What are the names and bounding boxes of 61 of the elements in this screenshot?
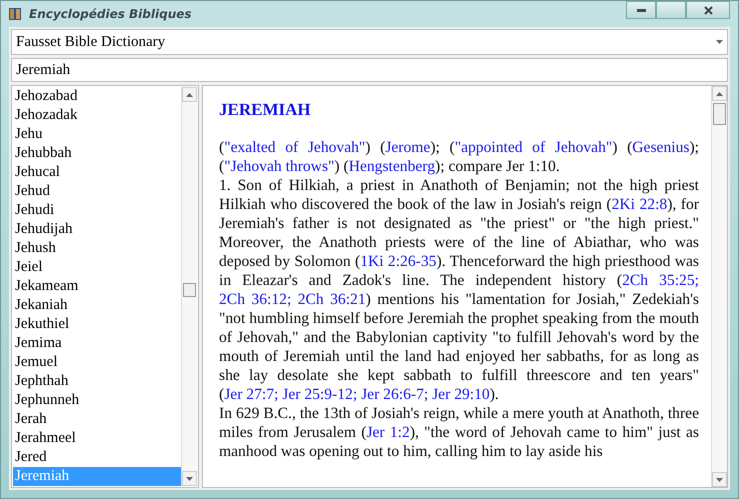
- list-item[interactable]: Jered: [13, 448, 181, 467]
- reference-link[interactable]: Jer 25:9-12: [282, 386, 353, 403]
- close-icon: [704, 6, 712, 14]
- list-item[interactable]: Jehucal: [13, 163, 181, 182]
- list-item[interactable]: Jehu: [13, 125, 181, 144]
- list-item[interactable]: Jemima: [13, 334, 181, 353]
- scroll-up-button[interactable]: [182, 87, 197, 102]
- window-title: Encyclopédies Bibliques: [29, 7, 192, 21]
- scroll-up-button[interactable]: [712, 86, 727, 101]
- scroll-down-button[interactable]: [712, 472, 727, 487]
- list-item[interactable]: Jeiel: [13, 258, 181, 277]
- reference-link[interactable]: "appointed of Jehovah": [454, 139, 612, 156]
- list-item[interactable]: Jekaniah: [13, 296, 181, 315]
- close-button[interactable]: [686, 1, 730, 19]
- reference-link[interactable]: Jer 26:6-7: [361, 386, 424, 403]
- list-item[interactable]: Jekuthiel: [13, 315, 181, 334]
- list-item[interactable]: Jehudi: [13, 201, 181, 220]
- list-item[interactable]: Jekameam: [13, 277, 181, 296]
- list-item[interactable]: Jephunneh: [13, 391, 181, 410]
- dropdown-caret-icon: [716, 40, 723, 44]
- reference-link[interactable]: "Jehovah throws": [224, 158, 334, 175]
- reference-link[interactable]: 2Ki 22:8: [612, 196, 668, 213]
- list-item[interactable]: Jehud: [13, 182, 181, 201]
- list-item[interactable]: Jehozadak: [13, 106, 181, 125]
- reference-link[interactable]: Jerome: [385, 139, 430, 156]
- list-item[interactable]: Jerahmeel: [13, 429, 181, 448]
- scrollbar-thumb[interactable]: [183, 283, 196, 297]
- reference-link[interactable]: Gesenius: [632, 139, 690, 156]
- search-field[interactable]: Jeremiah: [11, 58, 728, 82]
- list-item[interactable]: Jehudijah: [13, 220, 181, 239]
- reference-link[interactable]: "exalted of Jehovah": [224, 139, 366, 156]
- up-arrow-icon: [186, 92, 193, 96]
- reference-link[interactable]: Jer 27:7: [224, 386, 274, 403]
- list-item[interactable]: Jemuel: [13, 353, 181, 372]
- reference-link[interactable]: Hengstenberg: [348, 158, 436, 175]
- scroll-down-button[interactable]: [182, 471, 197, 486]
- minimize-icon: [636, 8, 646, 12]
- minimize-button[interactable]: [626, 1, 656, 19]
- down-arrow-icon: [186, 476, 193, 480]
- article-paragraph: 1. Son of Hilkiah, a priest in Anathoth of Benjamin; not the high priest Hilkiah who discovered the book of the law in Josiah's reign (2Ki 22:8), for Jeremiah's father is not designated as "the priest" or "the high priest." Moreover, the Anathoth priests were of the line of Abiathar, who was deposed by Solomon (1Ki 2:26-35). Thenceforward the high priesthood was in Eleazar's and Zadok's line. The independent history (2Ch 35:25; 2Ch 36:12; 2Ch 36:21) mentions his "lamentation for Josiah," Zedekiah's "not humbling himself before Jeremiah the prophet speaking from the mouth of Jehovah," and the Babylonian captivity "to fulfill Jehovah's word by the mouth of Jeremiah until the land had enjoyed her sabbaths, for as long as she lay desolate she kept sabbath to fulfill threescore and ten years" (Jer 27:7; Jer 25:9-12; Jer 26:6-7; Jer 29:10).: [219, 176, 699, 404]
- reference-link[interactable]: Jer 29:10: [432, 386, 490, 403]
- list-item[interactable]: Jerah: [13, 410, 181, 429]
- list-item[interactable]: Jehozabad: [13, 87, 181, 106]
- list-item[interactable]: Jehush: [13, 239, 181, 258]
- dictionary-dropdown[interactable]: Fausset Bible Dictionary: [11, 29, 728, 55]
- article-paragraph: ("exalted of Jehovah") (Jerome); ("appointed of Jehovah") (Gesenius); ("Jehovah throws") (Hengstenberg); compare Jer 1:10.: [219, 138, 699, 176]
- reference-link[interactable]: 2Ch 36:21: [298, 291, 366, 308]
- scrollbar-thumb[interactable]: [713, 103, 726, 125]
- list-item[interactable]: Jehubbah: [13, 144, 181, 163]
- reference-link[interactable]: 1Ki 2:26-35: [360, 253, 436, 270]
- book-icon: [7, 6, 23, 22]
- reference-link[interactable]: 2Ch 36:12: [219, 291, 287, 308]
- scrollbar[interactable]: [711, 86, 727, 487]
- reference-link[interactable]: 2Ch 35:25: [622, 272, 695, 289]
- list-item[interactable]: Jephthah: [13, 372, 181, 391]
- reference-link[interactable]: Jer 1:2: [366, 424, 410, 441]
- down-arrow-icon: [716, 478, 723, 482]
- up-arrow-icon: [716, 92, 723, 96]
- article-heading: JEREMIAH: [219, 100, 312, 120]
- article-paragraph: In 629 B.C., the 13th of Josiah's reign, while a mere youth at Anathoth, three miles from Jerusalem (Jer 1:2), "the word of Jehovah came to him" just as manhood was opening out to him, calling him to lay aside his: [219, 404, 699, 461]
- scrollbar[interactable]: [181, 87, 197, 486]
